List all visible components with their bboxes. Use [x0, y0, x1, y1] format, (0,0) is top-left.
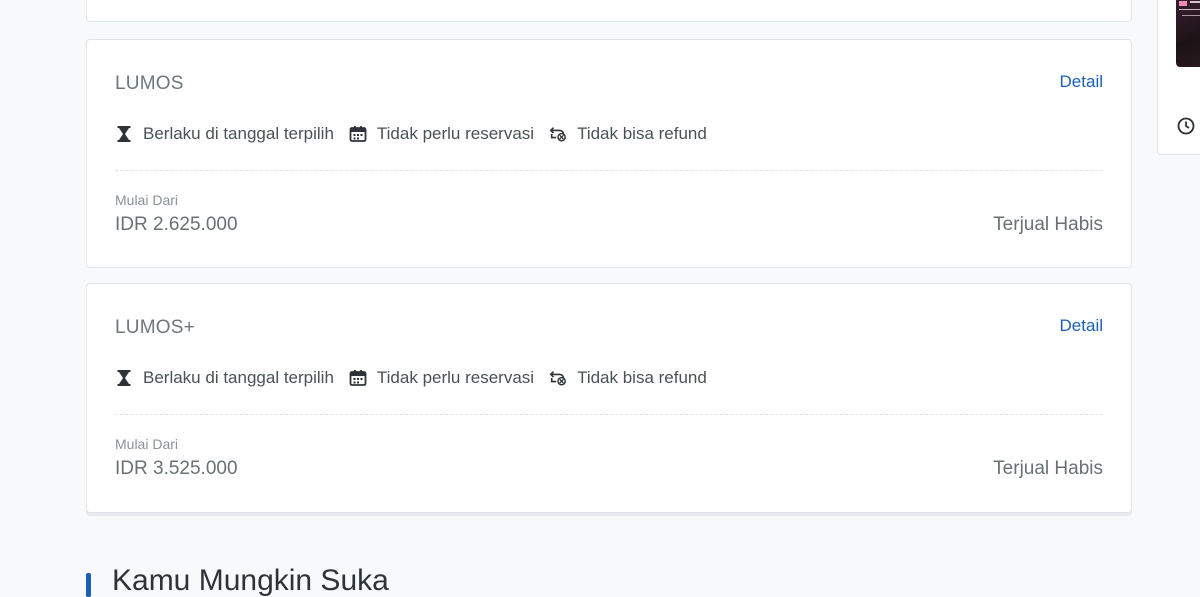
clock-icon [1176, 116, 1196, 136]
section-heading: Kamu Mungkin Suka [86, 566, 389, 597]
detail-link[interactable]: Detail [1060, 316, 1103, 336]
price-from-label: Mulai Dari [115, 192, 179, 208]
no-refund-icon [549, 125, 567, 143]
no-refund-icon [549, 369, 567, 387]
feature-validity: Berlaku di tanggal terpilih [115, 124, 334, 144]
package-card-lumos-plus: LUMOS+ Detail Berlaku di tanggal terpili… [86, 283, 1132, 513]
divider [115, 170, 1103, 171]
hourglass-icon [115, 125, 133, 143]
sold-out-status: Terjual Habis [993, 458, 1103, 479]
calendar-icon [349, 369, 367, 387]
feature-refund: Tidak bisa refund [549, 124, 707, 144]
hourglass-icon [115, 369, 133, 387]
heading-accent-bar [86, 573, 91, 597]
divider [115, 414, 1103, 415]
feature-reservation: Tidak perlu reservasi [349, 368, 534, 388]
feature-reservation: Tidak perlu reservasi [349, 124, 534, 144]
package-card-lumos: LUMOS Detail Berlaku di tanggal terpilih [86, 39, 1132, 268]
sold-out-status: Terjual Habis [993, 214, 1103, 235]
detail-link[interactable]: Detail [1060, 72, 1103, 92]
feature-label: Tidak bisa refund [577, 368, 707, 387]
feature-label: Tidak bisa refund [577, 124, 707, 143]
feature-label: Tidak perlu reservasi [376, 368, 535, 387]
feature-label: Berlaku di tanggal terpilih [143, 368, 334, 387]
calendar-icon [349, 125, 367, 143]
event-thumbnail[interactable] [1176, 0, 1200, 67]
section-title: Kamu Mungkin Suka [112, 564, 389, 597]
package-price: IDR 2.625.000 [115, 214, 238, 235]
package-name: LUMOS+ [115, 317, 195, 338]
feature-refund: Tidak bisa refund [549, 368, 707, 388]
feature-label: Berlaku di tanggal terpilih [143, 124, 334, 143]
price-from-label: Mulai Dari [115, 436, 179, 452]
package-price: IDR 3.525.000 [115, 458, 238, 479]
feature-validity: Berlaku di tanggal terpilih [115, 368, 334, 388]
previous-package-card [86, 0, 1132, 22]
package-name: LUMOS [115, 73, 184, 94]
package-features: Berlaku di tanggal terpilih Tidak perlu … [115, 123, 722, 145]
package-features: Berlaku di tanggal terpilih Tidak perlu … [115, 367, 722, 389]
feature-label: Tidak perlu reservasi [376, 124, 535, 143]
